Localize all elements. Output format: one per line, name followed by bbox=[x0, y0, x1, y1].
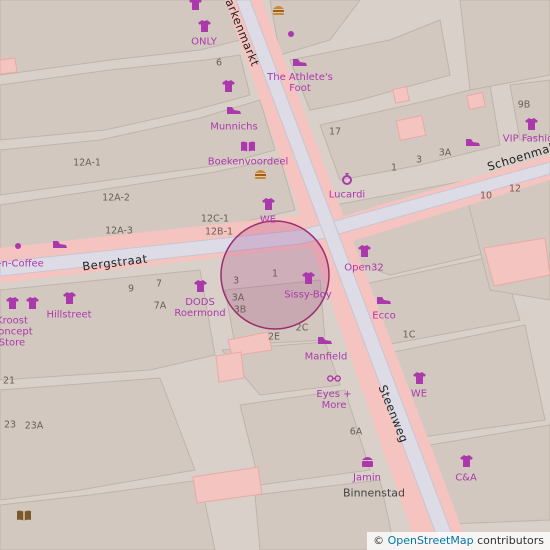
house-number: 17 bbox=[328, 126, 342, 138]
shop-label-kroost[interactable]: Kroost Concept Store bbox=[0, 316, 43, 349]
house-number: 10 bbox=[479, 190, 493, 202]
house-number: 7A bbox=[153, 300, 167, 312]
shoe-icon[interactable] bbox=[377, 293, 391, 307]
house-number: 12B-1 bbox=[204, 226, 234, 238]
house-number: 6 bbox=[215, 57, 223, 69]
house-number: 3A bbox=[438, 147, 452, 159]
burger-icon[interactable] bbox=[253, 167, 267, 181]
shop-label-ecco[interactable]: Ecco bbox=[372, 311, 395, 322]
shop-label-we-right[interactable]: WE bbox=[411, 389, 427, 400]
clothes-icon[interactable] bbox=[261, 197, 275, 211]
shop-label-lucardi[interactable]: Lucardi bbox=[329, 190, 365, 201]
house-number: 7 bbox=[155, 278, 163, 290]
osm-link[interactable]: OpenStreetMap bbox=[388, 534, 474, 547]
house-number: 12A-3 bbox=[105, 225, 133, 237]
shop-label-vip-fashion[interactable]: VIP Fashio bbox=[503, 134, 550, 145]
house-number: 3A bbox=[231, 292, 245, 304]
dot-icon[interactable] bbox=[11, 239, 25, 253]
house-number: 12 bbox=[508, 183, 522, 195]
shop-label-coffee[interactable]: k-n-Coffee bbox=[0, 259, 44, 270]
attribution-suffix: contributors bbox=[477, 534, 544, 547]
clothes-icon[interactable] bbox=[188, 0, 202, 11]
glasses-icon[interactable] bbox=[327, 371, 341, 385]
house-number: 21 bbox=[2, 375, 16, 387]
house-number: 6A bbox=[349, 426, 363, 438]
candy-icon[interactable] bbox=[360, 454, 374, 468]
shoe-icon[interactable] bbox=[318, 333, 332, 347]
clothes-icon[interactable] bbox=[62, 291, 76, 305]
house-number: 3 bbox=[415, 154, 423, 166]
clothes-icon[interactable] bbox=[193, 279, 207, 293]
house-number: 23A bbox=[24, 420, 44, 432]
clothes-icon[interactable] bbox=[5, 296, 19, 310]
clothes-icon[interactable] bbox=[459, 454, 473, 468]
clothes-icon[interactable] bbox=[221, 79, 235, 93]
shoe-icon[interactable] bbox=[293, 55, 307, 69]
clothes-icon[interactable] bbox=[524, 117, 538, 131]
shop-label-sissy-boy[interactable]: Sissy-Boy bbox=[284, 290, 331, 301]
house-number: 23 bbox=[3, 419, 17, 431]
house-number: 12A-1 bbox=[73, 157, 101, 169]
shoe-icon[interactable] bbox=[53, 237, 67, 251]
house-number: 3B bbox=[233, 304, 247, 316]
book-icon[interactable] bbox=[241, 139, 255, 153]
shop-label-munnichs[interactable]: Munnichs bbox=[210, 122, 257, 133]
shop-label-eyes-more[interactable]: Eyes + More bbox=[314, 389, 354, 411]
shop-label-dods[interactable]: DODS Roermond bbox=[170, 297, 230, 319]
shop-label-jamin[interactable]: Jamin bbox=[353, 473, 381, 484]
book-icon[interactable] bbox=[17, 508, 31, 522]
house-number: 3 bbox=[232, 275, 240, 287]
clothes-icon[interactable] bbox=[25, 296, 39, 310]
shop-label-athletes-foot[interactable]: The Athlete's Foot bbox=[260, 72, 340, 94]
shop-label-ca[interactable]: C&A bbox=[455, 473, 477, 484]
shop-label-boekenvoordeel[interactable]: Boekenvoordeel bbox=[208, 157, 289, 168]
house-number: 2E bbox=[267, 331, 281, 343]
dot-icon[interactable] bbox=[284, 27, 298, 41]
clothes-icon[interactable] bbox=[412, 371, 426, 385]
shop-label-we-top[interactable]: WE bbox=[260, 215, 276, 226]
shoe-icon[interactable] bbox=[466, 135, 480, 149]
house-number: 1 bbox=[390, 162, 398, 174]
shop-label-only[interactable]: ONLY bbox=[191, 37, 217, 48]
shop-label-manfield[interactable]: Manfield bbox=[305, 352, 348, 363]
house-number: 9 bbox=[127, 283, 135, 295]
clothes-icon[interactable] bbox=[301, 271, 315, 285]
house-number: 12C-1 bbox=[200, 213, 230, 225]
clothes-icon[interactable] bbox=[197, 19, 211, 33]
map-attribution: © OpenStreetMap contributors bbox=[367, 532, 550, 550]
burger-icon[interactable] bbox=[271, 3, 285, 17]
house-number: 2C bbox=[295, 322, 309, 334]
copyright-symbol: © bbox=[373, 534, 385, 547]
place-label-binnenstad: Binnenstad bbox=[342, 486, 406, 500]
house-number: 1 bbox=[271, 268, 279, 280]
house-number: 1C bbox=[402, 329, 416, 341]
ring-icon[interactable] bbox=[340, 171, 354, 185]
house-number: 12A-2 bbox=[102, 192, 130, 204]
shoe-icon[interactable] bbox=[227, 103, 241, 117]
shop-label-hillstreet[interactable]: Hillstreet bbox=[46, 310, 91, 321]
clothes-icon[interactable] bbox=[357, 244, 371, 258]
house-number: 9B bbox=[517, 99, 531, 111]
map-view[interactable]: Bergstraat Steenweg Markenmarkt Schoenma… bbox=[0, 0, 550, 550]
shop-label-open32[interactable]: Open32 bbox=[344, 263, 383, 274]
